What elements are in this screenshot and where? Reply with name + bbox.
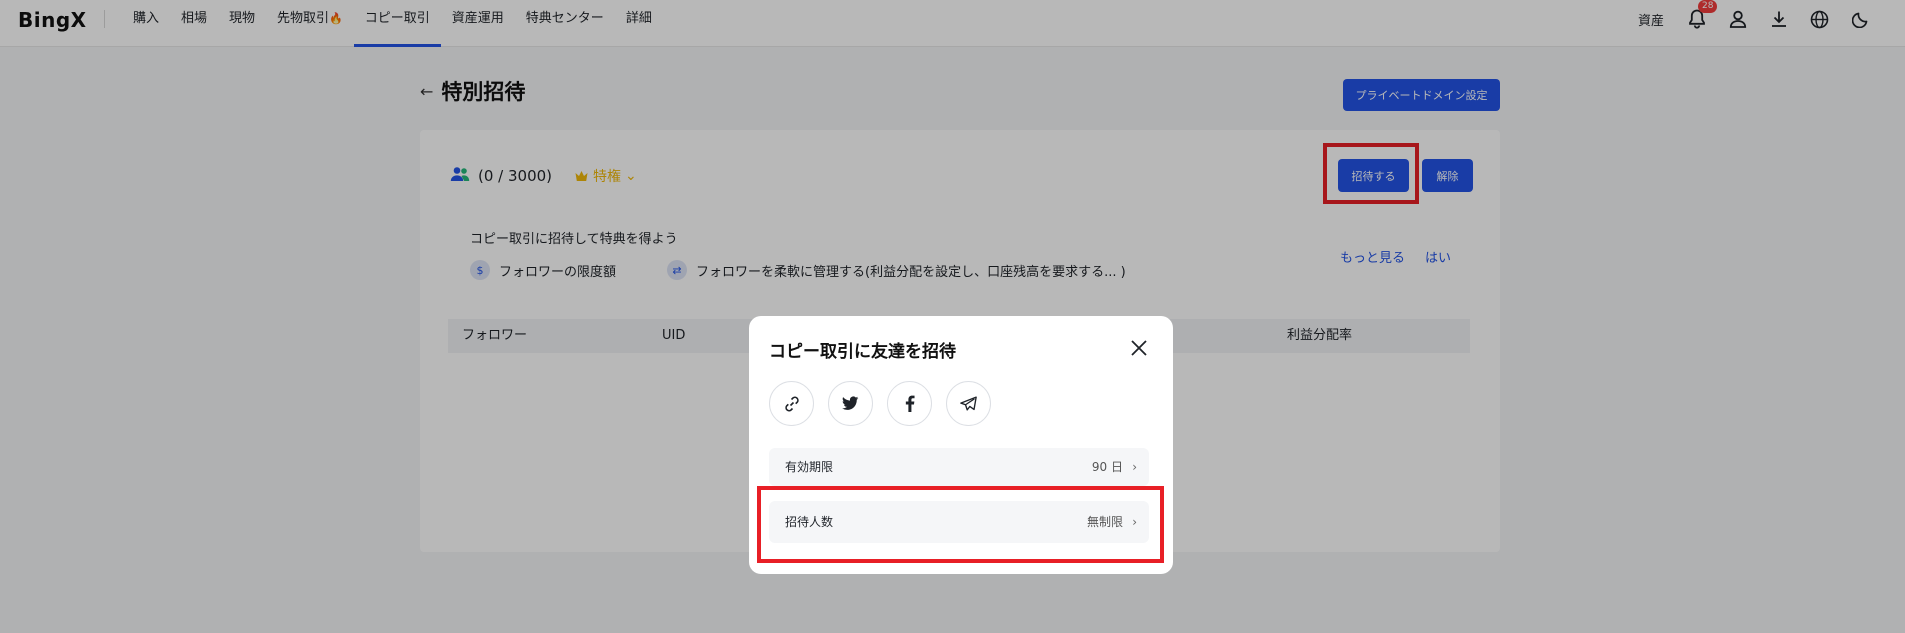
link-icon[interactable] xyxy=(769,381,814,426)
invite-limit-highlight xyxy=(757,486,1164,563)
twitter-icon[interactable] xyxy=(828,381,873,426)
chevron-right-icon: › xyxy=(1132,460,1137,474)
telegram-icon[interactable] xyxy=(946,381,991,426)
facebook-icon[interactable] xyxy=(887,381,932,426)
modal-title: コピー取引に友達を招待 xyxy=(769,342,956,362)
validity-value: 90 日 xyxy=(1091,460,1123,474)
validity-row[interactable]: 有効期限 90 日 › xyxy=(769,448,1149,486)
close-icon[interactable] xyxy=(1129,338,1149,358)
validity-label: 有効期限 xyxy=(785,460,834,474)
share-buttons xyxy=(769,381,991,426)
